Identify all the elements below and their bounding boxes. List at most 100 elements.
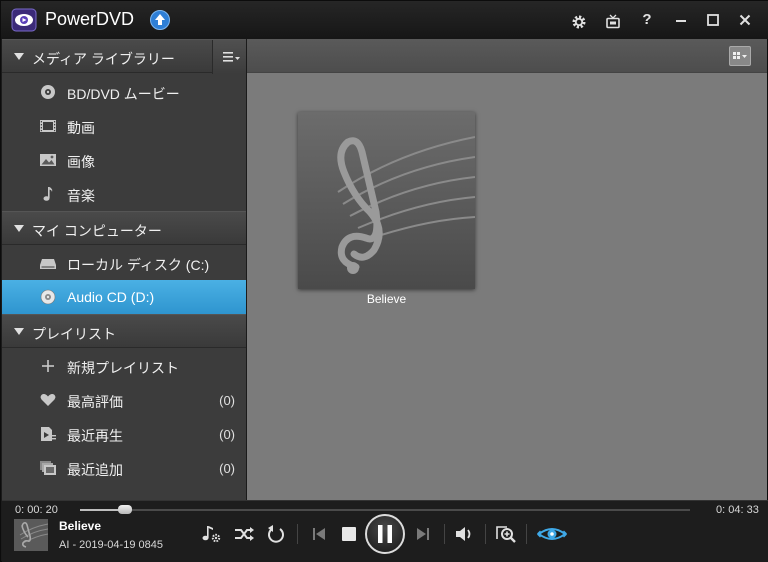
gear-icon — [572, 15, 586, 29]
previous-button[interactable] — [307, 523, 331, 545]
sidebar-item-label: 新規プレイリスト — [67, 360, 179, 376]
sidebar-item-label: 最近再生 — [67, 428, 123, 444]
music-album-art-icon — [14, 519, 49, 551]
zoom-in-icon — [496, 526, 516, 543]
zoom-button[interactable] — [494, 523, 518, 545]
expand-triangle-icon — [14, 53, 24, 60]
content-toolbar — [247, 39, 767, 73]
library-menu-button[interactable] — [212, 40, 246, 74]
album-tile[interactable] — [298, 112, 476, 289]
sidebar-item-recently-played[interactable]: 最近再生 (0) — [2, 417, 246, 451]
sidebar-item-top-rated[interactable]: 最高評価 (0) — [2, 383, 246, 417]
volume-button[interactable] — [453, 523, 477, 545]
image-icon — [40, 154, 56, 166]
now-playing-title: Believe — [59, 519, 102, 533]
pause-icon — [378, 525, 392, 543]
tv-icon — [606, 14, 620, 29]
maximize-button[interactable] — [703, 10, 723, 30]
sidebar-item-label: Audio CD (D:) — [67, 289, 155, 305]
sidebar-item-label: 最近追加 — [67, 462, 123, 478]
expand-triangle-icon — [14, 328, 24, 335]
sidebar-item-count: (0) — [219, 427, 235, 442]
expand-triangle-icon — [14, 225, 24, 232]
audio-settings-button[interactable] — [200, 523, 224, 545]
recent-added-icon — [40, 461, 56, 475]
toolbar-divider — [485, 524, 486, 544]
section-label: プレイリスト — [32, 326, 116, 342]
sidebar-item-images[interactable]: 画像 — [2, 143, 246, 177]
eye-icon — [537, 528, 567, 540]
app-title: PowerDVD — [45, 9, 135, 29]
recent-played-icon — [41, 427, 56, 441]
sidebar-item-label: 最高評価 — [67, 394, 123, 410]
sidebar-item-label: ローカル ディスク (C:) — [67, 257, 210, 273]
repeat-icon — [268, 525, 284, 543]
toolbar-divider — [444, 524, 445, 544]
sidebar: メディア ライブラリー BD/DVD ムービー 動画 画像 音楽 マイ コンピュ… — [2, 39, 246, 500]
title-bar: PowerDVD ? — [1, 1, 768, 39]
sidebar-item-label: 画像 — [67, 154, 95, 170]
maximize-icon — [707, 14, 719, 26]
help-button[interactable]: ? — [637, 10, 657, 30]
grid-view-icon — [733, 52, 747, 59]
close-icon — [739, 14, 751, 26]
sidebar-item-label: 音楽 — [67, 188, 95, 204]
section-media-library[interactable]: メディア ライブラリー — [2, 39, 246, 74]
elapsed-time: 0: 00: 20 — [15, 504, 58, 516]
shuffle-button[interactable] — [232, 523, 256, 545]
plus-icon — [42, 360, 54, 372]
trueview-button[interactable] — [537, 523, 567, 545]
skip-previous-icon — [313, 528, 325, 540]
sidebar-item-label: BD/DVD ムービー — [67, 86, 180, 102]
music-note-icon — [43, 187, 53, 201]
music-album-art-icon — [298, 112, 476, 289]
sidebar-item-audio-cd-d[interactable]: Audio CD (D:) — [2, 280, 246, 314]
sidebar-item-new-playlist[interactable]: 新規プレイリスト — [2, 349, 246, 383]
minimize-button[interactable] — [671, 10, 691, 30]
view-mode-button[interactable] — [729, 46, 751, 66]
seek-thumb[interactable] — [117, 505, 132, 514]
volume-icon — [456, 527, 471, 541]
music-settings-icon — [202, 526, 221, 543]
section-label: メディア ライブラリー — [32, 51, 175, 67]
pause-button[interactable] — [365, 514, 405, 554]
settings-button[interactable] — [569, 10, 589, 30]
stop-button[interactable] — [337, 523, 361, 545]
minimize-icon — [676, 20, 686, 22]
sidebar-item-local-disk-c[interactable]: ローカル ディスク (C:) — [2, 246, 246, 280]
upgrade-button[interactable] — [150, 10, 170, 30]
seek-bar[interactable] — [80, 505, 690, 514]
sidebar-item-videos[interactable]: 動画 — [2, 109, 246, 143]
shuffle-icon — [235, 527, 254, 541]
close-button[interactable] — [735, 10, 755, 30]
section-my-computer[interactable]: マイ コンピューター — [2, 211, 246, 245]
next-button[interactable] — [411, 523, 435, 545]
skip-next-icon — [417, 528, 429, 540]
film-icon — [40, 120, 56, 132]
now-playing-subtitle: AI - 2019-04-19 0845 — [59, 539, 163, 551]
list-menu-icon — [223, 52, 240, 62]
sidebar-item-label: 動画 — [67, 120, 95, 136]
section-playlist[interactable]: プレイリスト — [2, 314, 246, 348]
toolbar-divider — [526, 524, 527, 544]
sidebar-item-count: (0) — [219, 461, 235, 476]
repeat-button[interactable] — [264, 523, 288, 545]
total-time: 0: 04: 33 — [716, 504, 759, 516]
help-icon: ? — [642, 11, 652, 28]
section-label: マイ コンピューター — [32, 223, 162, 239]
sidebar-item-count: (0) — [219, 393, 235, 408]
sidebar-item-music[interactable]: 音楽 — [2, 177, 246, 211]
drive-icon — [40, 259, 56, 269]
heart-icon — [40, 394, 56, 406]
tv-mode-button[interactable] — [603, 10, 623, 30]
toolbar-divider — [297, 524, 298, 544]
sidebar-item-bd-dvd-movies[interactable]: BD/DVD ムービー — [2, 75, 246, 109]
player-control-bar: 0: 00: 20 0: 04: 33 Believe AI - 2019-04… — [2, 500, 768, 562]
media-content-area: Believe — [247, 39, 767, 500]
now-playing-thumbnail — [14, 519, 49, 551]
powerdvd-logo-icon — [11, 8, 37, 32]
arrow-up-icon — [155, 14, 165, 25]
cd-icon — [40, 289, 56, 305]
powerdvd-window: PowerDVD ? メディア ライブラリー BD/DVD ムービー 動画 画像… — [0, 0, 768, 562]
sidebar-item-recently-added[interactable]: 最近追加 (0) — [2, 451, 246, 485]
